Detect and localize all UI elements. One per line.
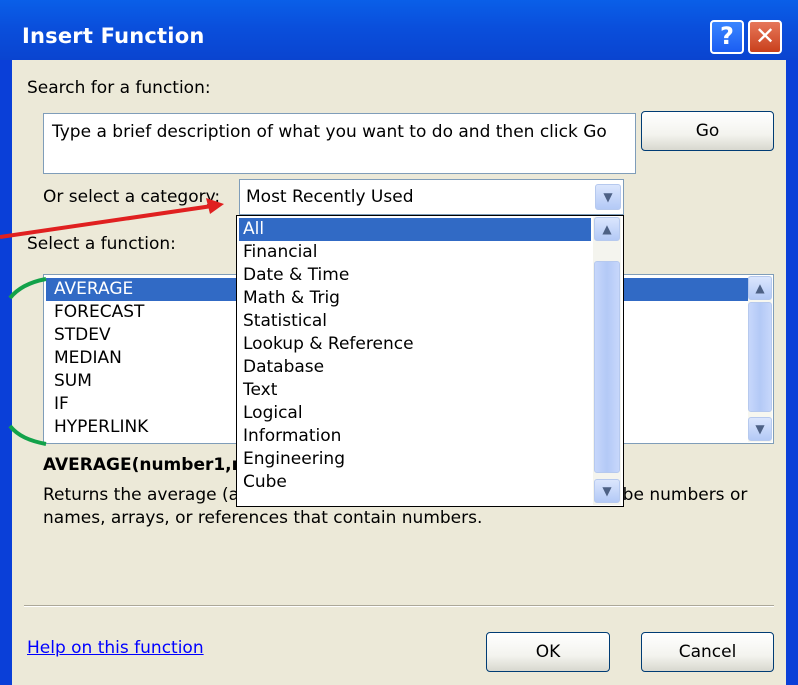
green-bracket-top: [8, 277, 47, 300]
green-bracket-bottom: [8, 424, 47, 446]
annotation-overlay: [0, 198, 224, 446]
red-arrow-annotation: [0, 198, 224, 239]
